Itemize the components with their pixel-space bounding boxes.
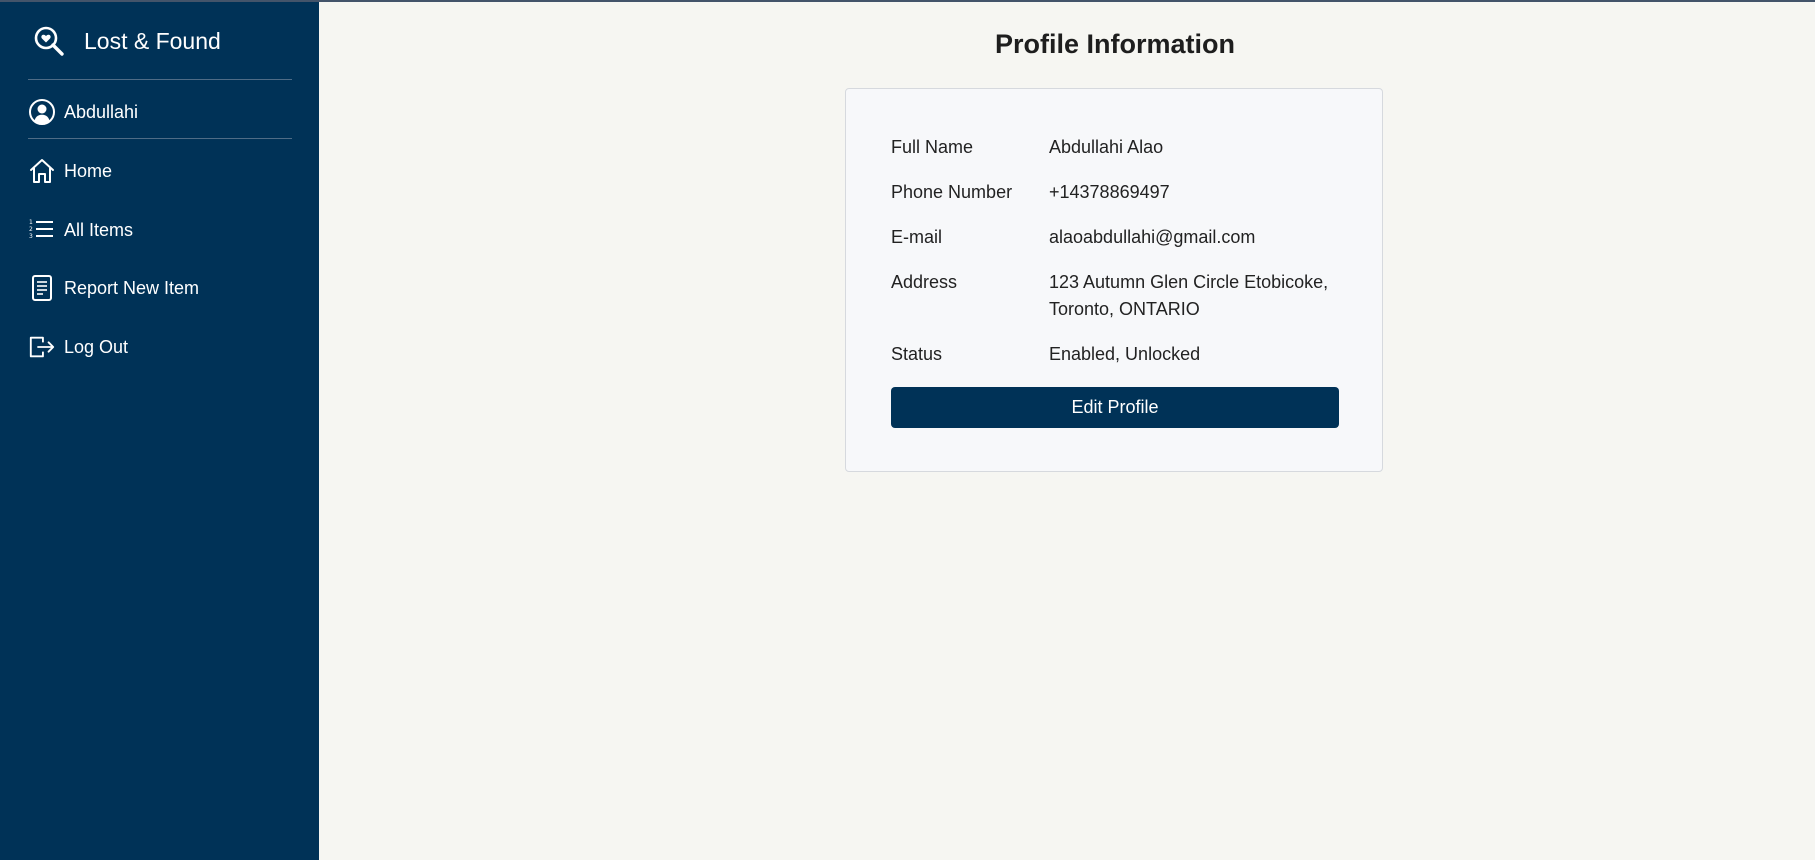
document-icon [28, 274, 56, 302]
field-label: Status [891, 344, 943, 364]
field-value: 123 Autumn Glen Circle Etobicoke, Toront… [1049, 269, 1351, 323]
sidebar-item-label: Log Out [64, 336, 129, 357]
edit-profile-button[interactable]: Edit Profile [891, 387, 1339, 428]
sidebar-item-log-out[interactable]: Log Out [28, 331, 128, 363]
sidebar-item-label: Home [64, 160, 113, 181]
list-icon: 1 2 3 [28, 216, 56, 244]
profile-row-full-name: Full Name Abdullahi Alao [891, 134, 1351, 161]
svg-text:3: 3 [29, 233, 33, 240]
home-icon [28, 157, 56, 185]
sidebar-divider [28, 138, 292, 139]
logout-icon [28, 333, 56, 361]
svg-text:1: 1 [29, 219, 33, 226]
profile-row-status: Status Enabled, Unlocked [891, 341, 1351, 368]
sidebar-item-label: All Items [64, 219, 134, 240]
brand-title: Lost & Found [84, 27, 221, 54]
field-value: alaoabdullahi@gmail.com [1049, 227, 1256, 247]
sidebar-item-home[interactable]: Home [28, 155, 112, 187]
field-value: Abdullahi Alao [1049, 137, 1164, 157]
field-value: Enabled, Unlocked [1049, 344, 1201, 364]
field-label: Phone Number [891, 182, 1013, 202]
page-title: Profile Information [994, 29, 1235, 59]
sidebar-item-user[interactable]: Abdullahi [28, 96, 138, 128]
sidebar: Lost & Found Abdullahi Home 1 2 3 All It… [0, 0, 319, 860]
field-value: +14378869497 [1049, 182, 1170, 202]
field-label: Full Name [891, 137, 974, 157]
profile-row-email: E-mail alaoabdullahi@gmail.com [891, 224, 1351, 251]
user-circle-icon [28, 98, 56, 126]
svg-text:2: 2 [29, 226, 33, 233]
window-top-border [0, 0, 1815, 2]
main-content: Profile Information Full Name Abdullahi … [319, 0, 1815, 860]
address-line-2: Toronto, ONTARIO [1049, 299, 1200, 319]
profile-row-address: Address 123 Autumn Glen Circle Etobicoke… [891, 269, 1351, 323]
sidebar-item-label: Abdullahi [64, 101, 139, 122]
brand[interactable]: Lost & Found [32, 22, 221, 60]
address-line-1: 123 Autumn Glen Circle Etobicoke, [1049, 272, 1329, 292]
field-label: E-mail [891, 227, 943, 247]
search-heart-icon [32, 24, 66, 58]
profile-card: Full Name Abdullahi Alao Phone Number +1… [845, 88, 1383, 472]
sidebar-item-all-items[interactable]: 1 2 3 All Items [28, 214, 133, 246]
field-label: Address [891, 272, 958, 292]
sidebar-item-label: Report New Item [64, 277, 200, 298]
sidebar-divider [28, 79, 292, 80]
sidebar-item-report-new-item[interactable]: Report New Item [28, 272, 199, 304]
profile-row-phone-number: Phone Number +14378869497 [891, 179, 1351, 206]
